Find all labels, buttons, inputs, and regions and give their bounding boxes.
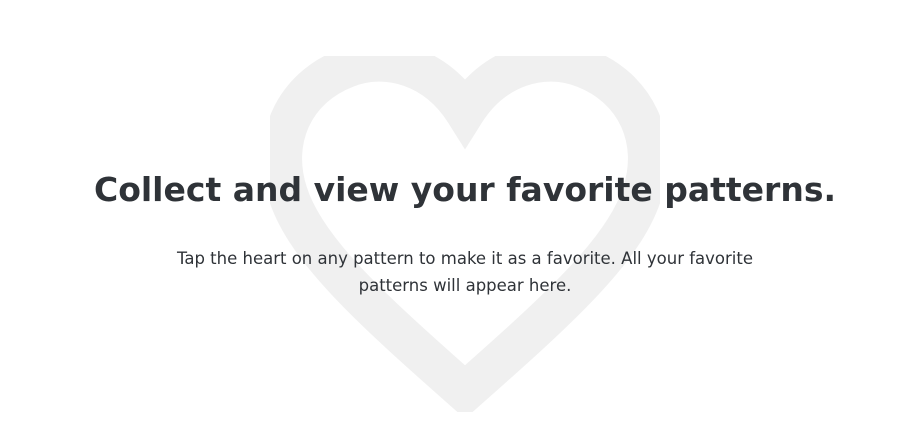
empty-state-headline: Collect and view your favorite patterns. xyxy=(93,170,837,209)
heart-outline-icon xyxy=(270,56,660,412)
empty-state-description: Tap the heart on any pattern to make it … xyxy=(176,249,753,295)
favorites-empty-state: Collect and view your favorite patterns.… xyxy=(0,0,900,426)
